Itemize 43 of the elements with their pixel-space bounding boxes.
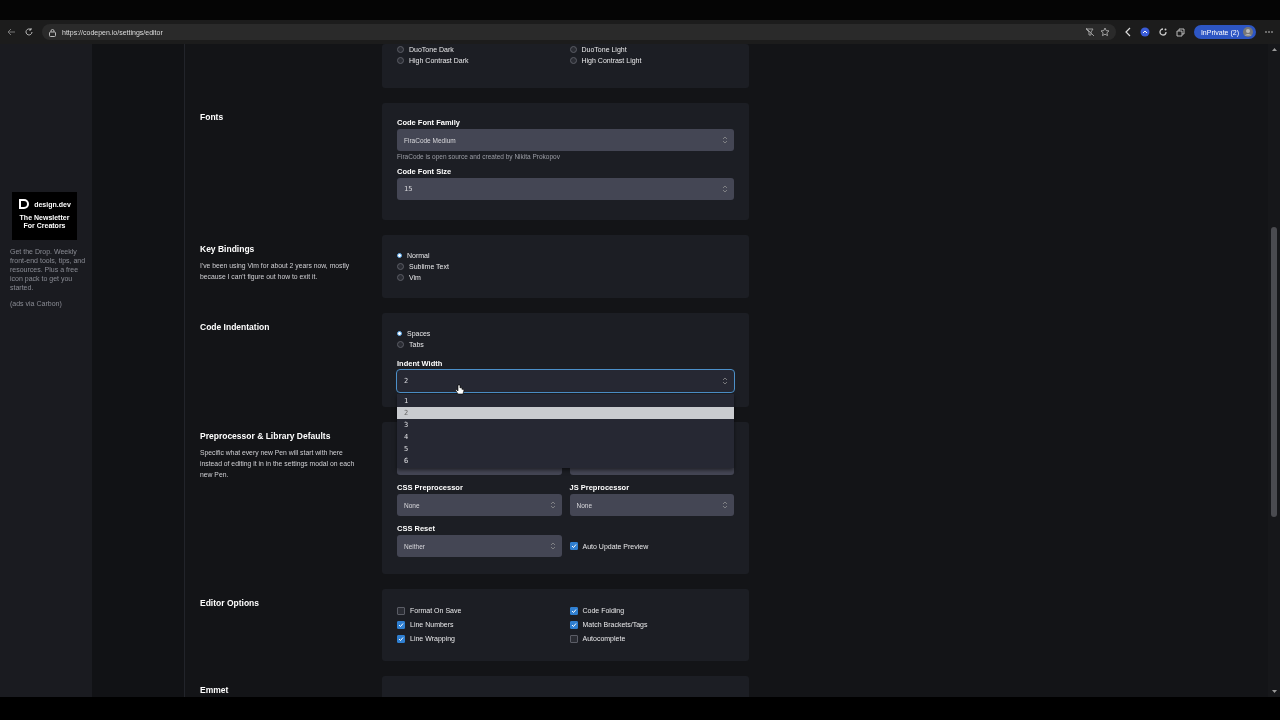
collections-icon[interactable] (1175, 27, 1186, 37)
sort-arrows-icon (549, 542, 555, 550)
sort-arrows-icon (722, 185, 727, 193)
checkbox[interactable] (569, 542, 578, 550)
avatar-icon (1243, 27, 1253, 37)
sort-arrows-icon (722, 136, 727, 144)
radio-button[interactable] (397, 331, 402, 336)
extension-icon[interactable] (1157, 27, 1168, 37)
radio-button[interactable] (569, 57, 577, 64)
radio-button[interactable] (569, 46, 577, 53)
radio-button[interactable] (397, 57, 404, 64)
scroll-down-icon[interactable] (1270, 689, 1278, 694)
section-title: Fonts (200, 112, 224, 122)
chevron-left-icon[interactable] (1123, 27, 1132, 37)
hand-cursor-icon (455, 384, 465, 395)
sort-arrows-icon (722, 377, 727, 385)
lock-icon (48, 27, 57, 37)
section-title: Editor Options (200, 598, 260, 608)
scrollbar-thumb[interactable] (1271, 227, 1277, 517)
checkbox[interactable] (397, 606, 405, 615)
extension-icon[interactable] (1139, 27, 1150, 37)
star-icon[interactable] (1099, 27, 1110, 37)
scroll-up-icon[interactable] (1270, 47, 1278, 52)
back-icon[interactable] (6, 27, 16, 37)
radio-button[interactable] (397, 341, 404, 348)
section-title: Emmet (200, 685, 229, 695)
reload-icon[interactable] (24, 27, 34, 37)
logo-icon (18, 198, 31, 210)
section-title: Preprocessor & Library Defaults (200, 431, 331, 441)
sort-arrows-icon (722, 501, 727, 509)
checkbox[interactable] (569, 634, 578, 643)
checkbox[interactable] (569, 606, 578, 615)
radio-button[interactable] (397, 263, 404, 270)
checkbox[interactable] (397, 634, 405, 643)
checkbox[interactable] (569, 620, 578, 629)
radio-button[interactable] (397, 46, 404, 53)
checkbox[interactable] (397, 620, 405, 629)
tracking-icon[interactable] (1084, 27, 1095, 37)
section-title: Code Indentation (200, 322, 270, 332)
radio-button[interactable] (397, 274, 404, 281)
radio-button[interactable] (397, 253, 402, 258)
sort-arrows-icon (549, 501, 555, 509)
section-title: Key Bindings (200, 244, 255, 254)
